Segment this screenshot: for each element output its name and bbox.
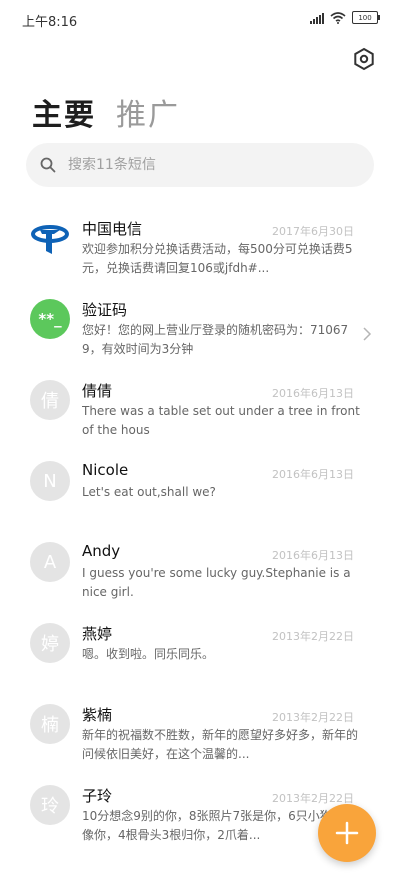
message-item[interactable]: A Andy 2016年6月13日 I guess you're some lu… xyxy=(0,534,400,615)
chevron-right-icon xyxy=(363,327,372,341)
message-preview: 嗯。收到啦。同乐同乐。 xyxy=(82,647,215,661)
sender-name: 紫楠 xyxy=(82,706,113,724)
avatar xyxy=(30,218,70,258)
sender-name: Nicole xyxy=(82,461,129,479)
avatar: 婷 xyxy=(30,623,70,663)
sender-name: 子玲 xyxy=(82,787,113,805)
signal-icon xyxy=(310,12,324,24)
sender-name: Andy xyxy=(82,542,121,560)
message-item-telecom[interactable]: 中国电信 2017年6月30日 欢迎参加积分兑换话费活动，每500分可兑换话费5… xyxy=(0,210,400,291)
message-date: 2016年6月13日 xyxy=(272,549,354,562)
sender-name: 倩倩 xyxy=(82,382,113,400)
avatar: 玲 xyxy=(30,785,70,825)
plus-icon xyxy=(335,821,359,845)
battery-level: 100 xyxy=(358,13,372,22)
message-item[interactable]: N Nicole 2016年6月13日 Let's eat out,shall … xyxy=(0,453,400,534)
message-preview: 新年的祝福数不胜数，新年的愿望好多好多，新年的问候依旧美好，在这个温馨的... xyxy=(82,728,359,761)
avatar: 楠 xyxy=(30,704,70,744)
message-preview: I guess you're some lucky guy.Stephanie … xyxy=(82,566,351,599)
message-preview: 欢迎参加积分兑换话费活动，每500分可兑换话费5元，兑换话费请回复106或jfd… xyxy=(82,242,353,275)
tab-bar: 主要 推广 xyxy=(32,90,180,134)
sender-name: 燕婷 xyxy=(82,625,113,643)
new-message-button[interactable] xyxy=(318,804,376,862)
search-input[interactable] xyxy=(66,156,340,174)
battery-icon: 100 xyxy=(352,11,380,24)
message-date: 2013年2月22日 xyxy=(272,630,354,643)
avatar: A xyxy=(30,542,70,582)
message-item-verify[interactable]: **_ 验证码 您好！您的网上营业厅登录的随机密码为：710679，有效时间为3… xyxy=(0,291,400,372)
message-item[interactable]: 婷 燕婷 2013年2月22日 嗯。收到啦。同乐同乐。 xyxy=(0,615,400,696)
message-item[interactable]: 楠 紫楠 2013年2月22日 新年的祝福数不胜数，新年的愿望好多好多，新年的问… xyxy=(0,696,400,777)
avatar: **_ xyxy=(30,299,70,339)
message-date: 2017年6月30日 xyxy=(272,225,354,238)
message-date: 2013年2月22日 xyxy=(272,711,354,724)
china-telecom-logo-icon xyxy=(31,225,69,254)
avatar: 倩 xyxy=(30,380,70,420)
tab-promo[interactable]: 推广 xyxy=(116,90,180,134)
status-icons: 100 xyxy=(310,11,380,24)
sender-name: 验证码 xyxy=(82,301,128,319)
message-preview: There was a table set out under a tree i… xyxy=(82,404,360,437)
wifi-icon xyxy=(330,11,346,24)
message-list: 中国电信 2017年6月30日 欢迎参加积分兑换话费活动，每500分可兑换话费5… xyxy=(0,210,400,858)
message-date: 2016年6月13日 xyxy=(272,468,354,481)
avatar: N xyxy=(30,461,70,501)
message-preview: 您好！您的网上营业厅登录的随机密码为：710679，有效时间为3分钟 xyxy=(82,323,349,356)
search-bar[interactable] xyxy=(26,143,374,187)
search-icon xyxy=(40,157,56,173)
message-item[interactable]: 倩 倩倩 2016年6月13日 There was a table set ou… xyxy=(0,372,400,453)
message-date: 2016年6月13日 xyxy=(272,387,354,400)
message-preview: Let's eat out,shall we? xyxy=(82,485,216,499)
status-bar: 上午8:16 100 xyxy=(0,0,400,40)
tab-main[interactable]: 主要 xyxy=(32,90,96,134)
sender-name: 中国电信 xyxy=(82,220,143,238)
settings-button[interactable] xyxy=(352,47,376,71)
gear-icon xyxy=(354,47,374,71)
status-time: 上午8:16 xyxy=(22,15,78,30)
